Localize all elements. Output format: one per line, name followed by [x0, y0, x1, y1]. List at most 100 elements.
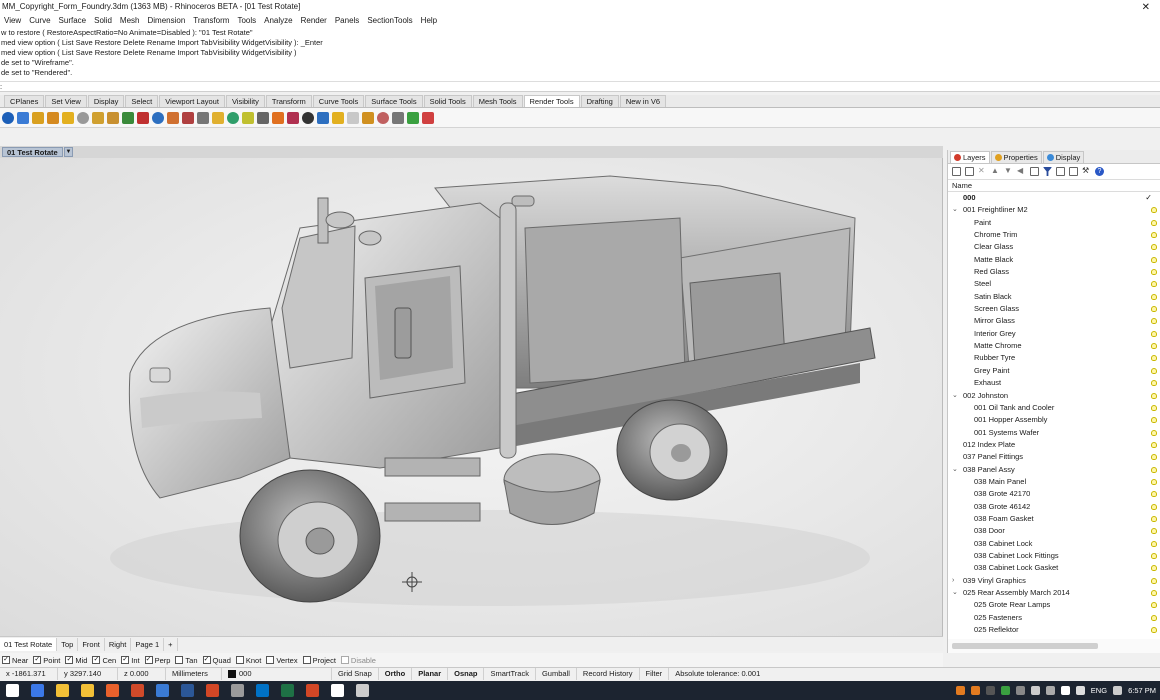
layer-visibility-icon[interactable] [1151, 219, 1157, 226]
menu-item-sectiontools[interactable]: SectionTools [363, 14, 416, 28]
osnap-checkbox[interactable]: ✓ [144, 656, 153, 664]
layer-row[interactable]: ⌄ 001 Freightliner M2 [948, 204, 1160, 216]
toolbar-tool-icon[interactable] [317, 111, 329, 124]
smarttrack-toggle[interactable]: SmartTrack [484, 668, 536, 680]
layer-row[interactable]: ⌄ 038 Panel Assy [948, 464, 1160, 476]
toolbar-tool-icon[interactable] [182, 111, 194, 124]
tab-visibility[interactable]: Visibility [225, 95, 265, 107]
layer-visibility-icon[interactable] [1151, 392, 1157, 399]
osnap-checkbox[interactable] [340, 656, 349, 664]
osnap-checkbox[interactable]: ✓ [2, 656, 10, 664]
toolbar-tool-icon[interactable] [422, 111, 434, 124]
tab-display[interactable]: Display [87, 95, 125, 107]
layer-visibility-icon[interactable] [1151, 577, 1157, 584]
move-up-icon[interactable]: ▲ [991, 167, 1000, 176]
tray-app-icon[interactable] [1045, 686, 1055, 695]
osnap-knot[interactable]: Knot [235, 656, 261, 665]
layer-row[interactable]: Matte Chrome [948, 340, 1160, 352]
layer-visibility-icon[interactable] [1151, 614, 1157, 621]
osnap-point[interactable]: ✓ Point [33, 656, 60, 665]
help-icon[interactable]: ? [1095, 167, 1104, 176]
layer-visibility-icon[interactable] [1151, 281, 1157, 288]
filter-icon[interactable] [1043, 167, 1052, 176]
delete-icon[interactable]: ✕ [978, 167, 987, 176]
toolbar-tool-icon[interactable] [287, 111, 299, 124]
tab-solid-tools[interactable]: Solid Tools [423, 95, 472, 107]
chevron-down-icon[interactable]: ⌄ [952, 464, 958, 476]
osnap-checkbox[interactable]: ✓ [121, 656, 130, 664]
osnap-checkbox[interactable]: ✓ [33, 656, 42, 664]
toolbar-tool-icon[interactable] [167, 111, 179, 124]
menu-item-render[interactable]: Render [297, 14, 331, 28]
toolbar-tool-icon[interactable] [242, 111, 254, 124]
layer-row[interactable]: Satin Black [948, 291, 1160, 303]
layer-visibility-icon[interactable] [1151, 515, 1157, 522]
viewport[interactable] [0, 158, 943, 636]
toolbar-tool-icon[interactable] [2, 111, 14, 124]
layer-row[interactable]: 038 Cabinet Lock Gasket [948, 562, 1160, 574]
osnap-near[interactable]: ✓ Near [2, 656, 28, 665]
layer-row[interactable]: Matte Black [948, 254, 1160, 266]
toolbar-tool-icon[interactable] [32, 111, 44, 124]
toolbar-tool-icon[interactable] [197, 111, 209, 124]
layer-visibility-icon[interactable] [1151, 602, 1157, 609]
taskbar-app-icon[interactable] [281, 684, 294, 697]
network-icon[interactable] [1060, 686, 1070, 695]
chevron-down-icon[interactable]: ⌄ [952, 204, 958, 216]
layer-visibility-icon[interactable] [1151, 269, 1157, 276]
ortho-toggle[interactable]: Ortho [379, 668, 413, 680]
layer-row[interactable]: 038 Door [948, 525, 1160, 537]
menu-item-surface[interactable]: Surface [55, 14, 91, 28]
layer-visibility-icon[interactable] [1151, 256, 1157, 263]
layer-visibility-icon[interactable] [1151, 207, 1157, 214]
new-sublayer-icon[interactable] [965, 167, 974, 176]
layer-visibility-icon[interactable] [1151, 627, 1157, 634]
tab-display[interactable]: Display [1042, 151, 1085, 163]
menu-item-view[interactable]: View [0, 14, 25, 28]
osnap-toggle[interactable]: Osnap [448, 668, 485, 680]
menu-item-dimension[interactable]: Dimension [143, 14, 189, 28]
new-layer-icon[interactable] [952, 167, 961, 176]
viewport-tab[interactable]: Front [78, 637, 105, 651]
tools-icon[interactable] [1056, 167, 1065, 176]
taskbar-app-icon[interactable] [231, 684, 244, 697]
command-prompt[interactable]: : [0, 82, 1160, 92]
taskbar-app-icon[interactable] [356, 684, 369, 697]
layer-row[interactable]: 000 ✓ [948, 192, 1160, 204]
layer-row[interactable]: Clear Glass [948, 241, 1160, 253]
menu-item-mesh[interactable]: Mesh [116, 14, 144, 28]
layer-row[interactable]: Rubber Tyre [948, 352, 1160, 364]
toolbar-tool-icon[interactable] [272, 111, 284, 124]
layer-row[interactable]: 012 Index Plate [948, 439, 1160, 451]
current-layer[interactable]: 000 [222, 668, 332, 680]
layer-visibility-icon[interactable] [1151, 491, 1157, 498]
tray-app-icon[interactable] [985, 686, 995, 695]
viewport-tab[interactable]: 01 Test Rotate [0, 637, 58, 651]
layer-row[interactable]: 037 Panel Fittings [948, 451, 1160, 463]
layer-visibility-icon[interactable] [1151, 528, 1157, 535]
layer-visibility-icon[interactable] [1151, 478, 1157, 485]
tab-new-in-v6[interactable]: New in V6 [619, 95, 667, 107]
osnap-checkbox[interactable]: ✓ [202, 656, 211, 664]
taskbar-app-icon[interactable] [256, 684, 269, 697]
layer-visibility-icon[interactable] [1151, 380, 1157, 387]
layer-row[interactable]: Chrome Trim [948, 229, 1160, 241]
tab-render-tools[interactable]: Render Tools [523, 95, 580, 107]
layer-visibility-icon[interactable] [1151, 466, 1157, 473]
osnap-disable[interactable]: Disable [340, 656, 376, 665]
osnap-checkbox[interactable]: ✓ [65, 656, 74, 664]
tab-drafting[interactable]: Drafting [580, 95, 619, 107]
layer-row[interactable]: Red Glass [948, 266, 1160, 278]
toolbar-tool-icon[interactable] [212, 111, 224, 124]
osnap-quad[interactable]: ✓ Quad [202, 656, 231, 665]
layer-row[interactable]: Paint [948, 217, 1160, 229]
tab-select[interactable]: Select [125, 95, 159, 107]
toolbar-tool-icon[interactable] [77, 111, 89, 124]
gumball-toggle[interactable]: Gumball [536, 668, 577, 680]
layer-visibility-icon[interactable] [1151, 306, 1157, 313]
layer-visibility-icon[interactable] [1151, 293, 1157, 300]
layer-row[interactable]: › 039 Vinyl Graphics [948, 575, 1160, 587]
layer-row[interactable]: 001 Systems Wafer [948, 427, 1160, 439]
toolbar-tool-icon[interactable] [62, 111, 74, 124]
tab-viewport-layout[interactable]: Viewport Layout [159, 95, 225, 107]
